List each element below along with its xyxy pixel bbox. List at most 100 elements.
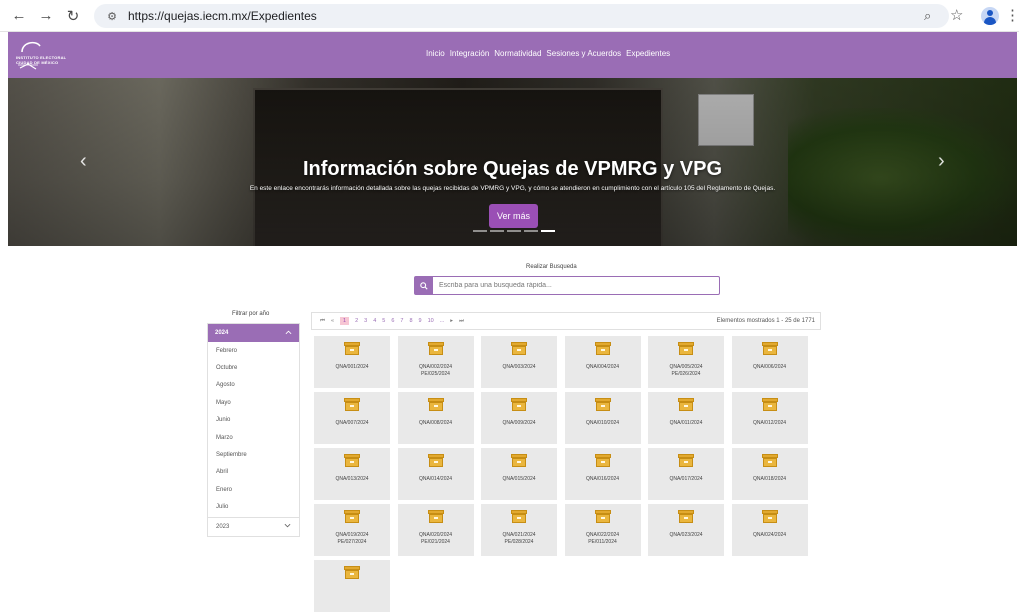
- record-linked-id: PE/027/2024: [337, 539, 367, 545]
- page-link[interactable]: 2: [355, 318, 358, 324]
- bookmark-star-icon[interactable]: ☆: [950, 6, 963, 24]
- record-id: QNA/011/2024: [669, 420, 703, 426]
- archive-box-icon: [344, 510, 360, 523]
- page-next-icon[interactable]: ▸: [450, 318, 453, 324]
- carousel-indicator[interactable]: [524, 230, 538, 232]
- record-card[interactable]: QNA/023/2024: [648, 504, 724, 556]
- ver-mas-button[interactable]: Ver más: [489, 204, 538, 228]
- record-linked-id: PE/021/2024: [421, 539, 450, 545]
- record-card[interactable]: QNA/021/2024 PE/028/2024: [481, 504, 557, 556]
- record-card[interactable]: QNA/010/2024: [564, 392, 641, 444]
- record-id: QNA/002/2024: [418, 364, 453, 370]
- profile-avatar-icon[interactable]: [981, 7, 999, 25]
- record-linked-id: PE/025/2024: [421, 371, 450, 377]
- record-card[interactable]: QNA/015/2024: [481, 448, 557, 500]
- record-id: QNA/004/2024: [585, 364, 620, 370]
- record-card[interactable]: QNA/005/2024 PE/026/2024: [648, 336, 724, 388]
- record-card[interactable]: QNA/017/2024: [648, 448, 724, 500]
- record-card[interactable]: QNA/006/2024: [731, 336, 808, 388]
- nav-link-integracion[interactable]: Integración: [450, 49, 490, 58]
- month-item[interactable]: Abril: [208, 464, 299, 481]
- record-card[interactable]: [314, 560, 390, 612]
- record-id: QNA/019/2024: [335, 532, 369, 538]
- nav-link-sesiones[interactable]: Sesiones y Acuerdos: [546, 49, 621, 58]
- month-item[interactable]: Enero: [208, 481, 299, 498]
- search-label: Realizar Busqueda: [526, 264, 577, 270]
- reload-icon[interactable]: ↻: [62, 5, 84, 27]
- nav-link-expedientes[interactable]: Expedientes: [626, 49, 670, 58]
- back-arrow-icon[interactable]: ←: [8, 5, 30, 27]
- page-link[interactable]: 7: [400, 318, 403, 324]
- month-item[interactable]: Agosto: [208, 377, 299, 394]
- month-item[interactable]: Marzo: [208, 429, 299, 446]
- month-item[interactable]: Septiembre: [208, 446, 299, 463]
- record-card[interactable]: QNA/022/2024 PE/011/2024: [564, 504, 641, 556]
- month-item[interactable]: Febrero: [208, 342, 299, 359]
- month-item[interactable]: Octubre: [208, 359, 299, 376]
- record-card[interactable]: QNA/016/2024: [564, 448, 641, 500]
- archive-box-icon: [761, 398, 778, 411]
- record-linked-id: PE/028/2024: [504, 539, 534, 545]
- magnifier-glyph: [420, 281, 428, 290]
- record-card[interactable]: QNA/014/2024: [397, 448, 474, 500]
- month-item[interactable]: Junio: [208, 412, 299, 429]
- filter-year-title: Filtrar por año: [232, 311, 270, 317]
- record-card[interactable]: QNA/002/2024 PE/025/2024: [397, 336, 474, 388]
- nav-link-inicio[interactable]: Inicio: [426, 49, 445, 58]
- archive-box-icon: [761, 510, 778, 523]
- search-input[interactable]: [439, 278, 719, 293]
- page-ellipsis[interactable]: ...: [440, 318, 445, 324]
- record-id: QNA/017/2024: [669, 476, 703, 482]
- record-card[interactable]: QNA/003/2024: [481, 336, 557, 388]
- forward-arrow-icon[interactable]: →: [35, 5, 57, 27]
- page-link[interactable]: 3: [364, 318, 367, 324]
- carousel-indicator[interactable]: [507, 230, 521, 232]
- record-card[interactable]: QNA/008/2024: [397, 392, 474, 444]
- page-last-icon[interactable]: ⏭: [459, 318, 464, 325]
- record-card[interactable]: QNA/012/2024: [731, 392, 808, 444]
- record-card[interactable]: QNA/024/2024: [731, 504, 808, 556]
- archive-box-icon: [594, 510, 611, 523]
- url-text[interactable]: https://quejas.iecm.mx/Expedientes: [128, 9, 317, 23]
- year-toggle-2023[interactable]: 2023: [208, 517, 299, 535]
- site-settings-icon[interactable]: ⚙: [104, 8, 120, 24]
- page-link[interactable]: 10: [428, 318, 434, 324]
- search-icon[interactable]: [415, 277, 433, 294]
- zoom-icon[interactable]: ⌕: [924, 8, 931, 24]
- page-link[interactable]: 6: [391, 318, 394, 324]
- page-prev-icon[interactable]: «: [331, 318, 334, 324]
- page-first-icon[interactable]: ⏮: [320, 318, 325, 325]
- iecm-logo[interactable]: INSTITUTO ELECTORAL CIUDAD DE MÉXICO: [14, 38, 68, 72]
- month-item[interactable]: Mayo: [208, 394, 299, 411]
- archive-box-icon: [511, 342, 527, 355]
- record-card[interactable]: QNA/004/2024: [564, 336, 641, 388]
- page-link-active[interactable]: 1: [340, 317, 350, 325]
- record-card[interactable]: QNA/013/2024: [314, 448, 390, 500]
- page-link[interactable]: 5: [382, 318, 385, 324]
- record-card[interactable]: QNA/020/2024 PE/021/2024: [397, 504, 474, 556]
- archive-box-icon: [594, 454, 611, 467]
- record-card[interactable]: QNA/009/2024: [481, 392, 557, 444]
- year-toggle-2024[interactable]: 2024: [208, 324, 299, 342]
- record-card[interactable]: QNA/007/2024: [314, 392, 390, 444]
- archive-box-icon: [761, 454, 778, 467]
- record-card[interactable]: QNA/011/2024: [648, 392, 724, 444]
- page-link[interactable]: 8: [409, 318, 412, 324]
- page-link[interactable]: 4: [373, 318, 376, 324]
- record-id: QNA/013/2024: [335, 476, 369, 482]
- carousel-indicator-active[interactable]: [541, 230, 555, 232]
- record-card[interactable]: QNA/019/2024 PE/027/2024: [314, 504, 390, 556]
- record-label: QNA/006/2024: [732, 364, 808, 371]
- carousel-indicator[interactable]: [473, 230, 487, 232]
- record-card[interactable]: QNA/018/2024: [731, 448, 808, 500]
- nav-link-normatividad[interactable]: Normatividad: [494, 49, 541, 58]
- address-bar[interactable]: ⚙ https://quejas.iecm.mx/Expedientes: [94, 4, 949, 28]
- record-label: QNA/012/2024: [732, 420, 808, 427]
- browser-menu-icon[interactable]: ⋮: [1005, 6, 1019, 24]
- record-card[interactable]: QNA/001/2024: [314, 336, 390, 388]
- main-nav: Inicio Integración Normatividad Sesiones…: [426, 49, 670, 58]
- archive-box-icon: [678, 454, 694, 467]
- carousel-indicator[interactable]: [490, 230, 504, 232]
- month-item[interactable]: Julio: [208, 499, 299, 516]
- page-link[interactable]: 9: [419, 318, 422, 324]
